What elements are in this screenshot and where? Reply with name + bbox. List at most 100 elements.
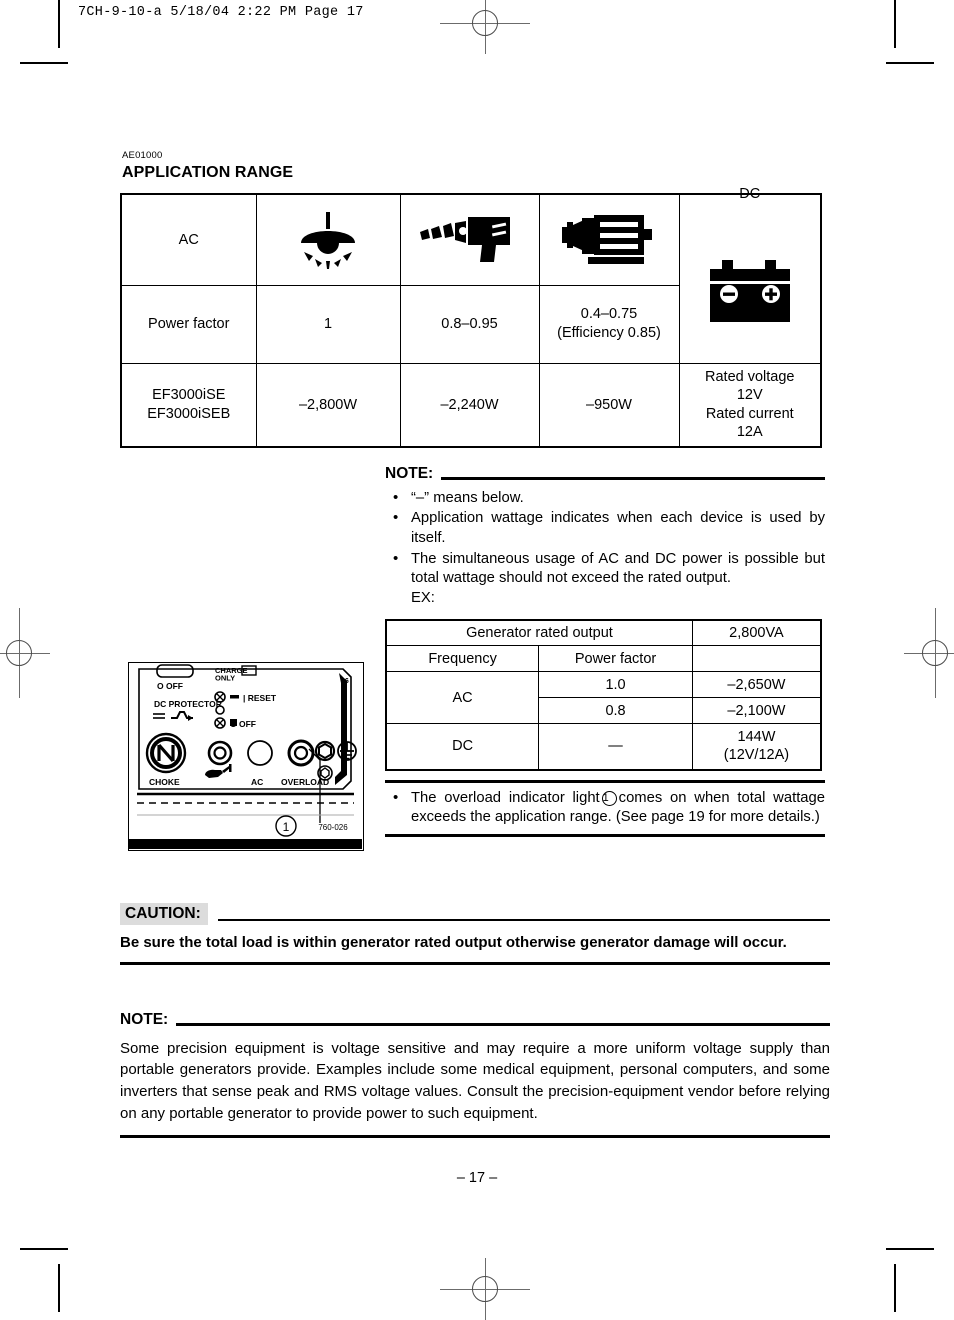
overload-note-rule-bottom (385, 833, 825, 837)
cell-ac-watt-1: –2,650W (691, 671, 822, 699)
list-item: The overload indicator light1comes on wh… (385, 788, 825, 828)
crop-mark-bottom-left-vertical (58, 1264, 60, 1312)
note-header: NOTE: (385, 466, 825, 483)
ex-label: EX: (411, 589, 435, 606)
cell-dc-label: DC (385, 723, 540, 771)
dc-rated-voltage-label: Rated voltage (705, 368, 795, 385)
cell-light-icon (255, 193, 401, 286)
example-output-table: Generator rated output 2,800VA Frequency… (385, 618, 822, 771)
note-bottom-rule (120, 1135, 830, 1139)
cell-model-label: EF3000iSE EF3000iSEB (120, 362, 257, 448)
model-name-2: EF3000iSEB (147, 405, 231, 422)
cell-ac-pf-1: 1.0 (538, 671, 693, 699)
overload-note-list: The overload indicator light1comes on wh… (385, 788, 825, 828)
list-item: “–” means below. (385, 488, 825, 509)
overload-note-before: The overload indicator light (411, 789, 600, 806)
crop-mark-top-left-horizontal (20, 62, 68, 64)
cell-power-factor-header: Power factor (538, 645, 693, 673)
crop-mark-top-right-horizontal (886, 62, 934, 64)
list-item-text: The simultaneous usage of AC and DC powe… (411, 550, 825, 587)
registration-mark-left (0, 608, 50, 698)
cell-empty-header (691, 645, 822, 673)
cell-pf-motor: 0.4–0.75 (Efficiency 0.85) (538, 284, 680, 364)
table-row: AC 1.0 –2,650W (385, 671, 822, 725)
cell-dc-header: DC (678, 186, 822, 364)
dc-rated-voltage-value: 12V (736, 387, 763, 404)
cell-power-factor-label: Power factor (120, 284, 257, 364)
cell-dc-ratings: Rated voltage 12V Rated current 12A (678, 362, 822, 448)
caution-header: CAUTION: (120, 903, 830, 926)
cell-generator-rated-output-value: 2,800VA (691, 619, 822, 647)
overload-note-rule-top (385, 779, 825, 783)
cell-dc-watt: 144W (12V/12A) (691, 723, 822, 771)
battery-icon (683, 212, 818, 372)
svg-text:O OFF: O OFF (157, 681, 183, 691)
note-label: NOTE: (385, 465, 434, 482)
overload-note-block: The overload indicator light1comes on wh… (385, 779, 825, 837)
cell-ac-label: AC (120, 193, 257, 286)
list-item: Application wattage indicates when each … (385, 508, 825, 548)
caution-label: CAUTION: (120, 903, 208, 926)
table-row: DC — 144W (12V/12A) (385, 723, 822, 771)
cell-watt-drill: –2,240W (399, 362, 540, 448)
control-panel-figure: 26 O OFF CHARGE ONLY DC PROTECTOR | RESE… (128, 662, 364, 851)
table-row: Generator rated output 2,800VA (385, 619, 822, 647)
note-bottom-body: Some precision equipment is voltage sens… (120, 1039, 830, 1123)
page-title: APPLICATION RANGE (122, 164, 294, 181)
svg-text:DC PROTECTOR: DC PROTECTOR (154, 699, 222, 709)
crop-mark-bottom-right-vertical (894, 1264, 896, 1312)
note-bottom-label: NOTE: (120, 1011, 169, 1028)
light-bulb-icon (260, 199, 397, 281)
callout-marker-1: 1 (601, 790, 617, 806)
note-bottom-header-rule (176, 1023, 830, 1026)
crop-mark-top-right-vertical (894, 0, 896, 48)
reference-code: AE01000 (122, 150, 163, 161)
note-bullet-list: “–” means below. Application wattage ind… (385, 488, 825, 609)
model-name-1: EF3000iSE (152, 386, 226, 403)
dc-rated-current-label: Rated current (705, 405, 794, 422)
document-page: 7CH-9-10-a 5/18/04 2:22 PM Page 17 AE010… (0, 0, 954, 1320)
svg-text:1: 1 (283, 820, 290, 834)
svg-text:760-026: 760-026 (318, 823, 348, 832)
svg-text:CHOKE: CHOKE (149, 777, 180, 787)
cell-frequency-header: Frequency (385, 645, 540, 673)
note-section-bottom: NOTE: Some precision equipment is voltag… (120, 1011, 830, 1139)
dc-label: DC (739, 186, 761, 202)
cell-ac-pf-2: 0.8 (538, 697, 693, 725)
table-row-icons: AC DC (120, 186, 822, 364)
cell-pf-drill: 0.8–0.95 (399, 284, 540, 364)
svg-text:26: 26 (341, 678, 349, 685)
cell-drill-icon (399, 193, 540, 286)
table-row-model: EF3000iSE EF3000iSEB –2,800W –2,240W –95… (120, 362, 822, 448)
caution-header-rule (217, 918, 830, 922)
pf-motor-efficiency: (Efficiency 0.85) (557, 325, 661, 341)
caution-body-text: Be sure the total load is within generat… (120, 934, 787, 952)
cell-generator-rated-output-label: Generator rated output (385, 619, 693, 647)
crop-mark-bottom-right-horizontal (886, 1248, 934, 1250)
dc-watt-value: 144W (737, 729, 776, 746)
dc-watt-detail: (12V/12A) (723, 747, 790, 764)
registration-mark-bottom (440, 1258, 530, 1320)
registration-mark-right (904, 608, 954, 698)
print-header: 7CH-9-10-a 5/18/04 2:22 PM Page 17 (78, 5, 364, 20)
cell-ac-label: AC (385, 671, 540, 725)
application-range-table: AC DC Power factor 1 0.8–0.95 0.4–0.75 (… (120, 186, 822, 448)
caution-section: CAUTION: Be sure the total load is withi… (120, 903, 830, 966)
cell-pf-light: 1 (255, 284, 401, 364)
caution-rule-bottom (120, 962, 830, 966)
note-header-rule (441, 477, 825, 480)
page-number: – 17 – (456, 1170, 498, 1186)
svg-text:ONLY: ONLY (215, 674, 235, 683)
registration-mark-top (440, 0, 530, 54)
dc-rated-current-value: 12A (736, 424, 763, 441)
table-row: Frequency Power factor (385, 645, 822, 673)
cell-ac-watt-2: –2,100W (691, 697, 822, 725)
crop-mark-top-left-vertical (58, 0, 60, 48)
drill-icon (404, 199, 536, 281)
crop-mark-bottom-left-horizontal (20, 1248, 68, 1250)
cell-watt-light: –2,800W (255, 362, 401, 448)
cell-motor-icon (538, 193, 680, 286)
list-item: The simultaneous usage of AC and DC powe… (385, 549, 825, 609)
content-area: AE01000 APPLICATION RANGE AC DC Power fa… (120, 150, 830, 448)
motor-icon (543, 199, 676, 281)
